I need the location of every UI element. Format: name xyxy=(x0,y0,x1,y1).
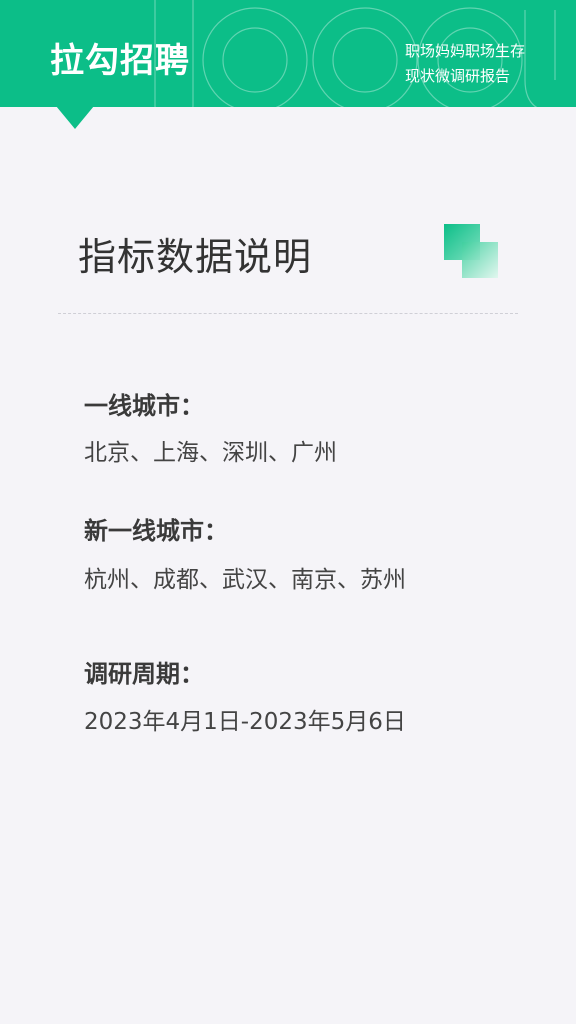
tier1-city-label: 一线城市： xyxy=(84,392,204,420)
header-banner: 拉勾招聘 职场妈妈职场生存 现状微调研报告 xyxy=(0,0,576,107)
survey-period-label: 调研周期： xyxy=(84,660,204,688)
new-tier1-city-value: 杭州、成都、武汉、南京、苏州 xyxy=(84,567,406,593)
report-subtitle: 职场妈妈职场生存 现状微调研报告 xyxy=(405,39,555,89)
section-title: 指标数据说明 xyxy=(78,235,313,279)
new-tier1-city-label: 新一线城市： xyxy=(84,517,228,545)
subtitle-line-1: 职场妈妈职场生存 xyxy=(405,42,526,60)
subtitle-line-2: 现状微调研报告 xyxy=(405,67,511,85)
brand-logo-text: 拉勾招聘 xyxy=(50,41,190,81)
survey-period-value: 2023年4月1日-2023年5月6日 xyxy=(84,709,406,735)
header-notch xyxy=(56,106,94,129)
tier1-city-value: 北京、上海、深圳、广州 xyxy=(84,440,337,466)
decorative-squares-icon xyxy=(444,224,498,278)
section-divider xyxy=(58,313,518,314)
